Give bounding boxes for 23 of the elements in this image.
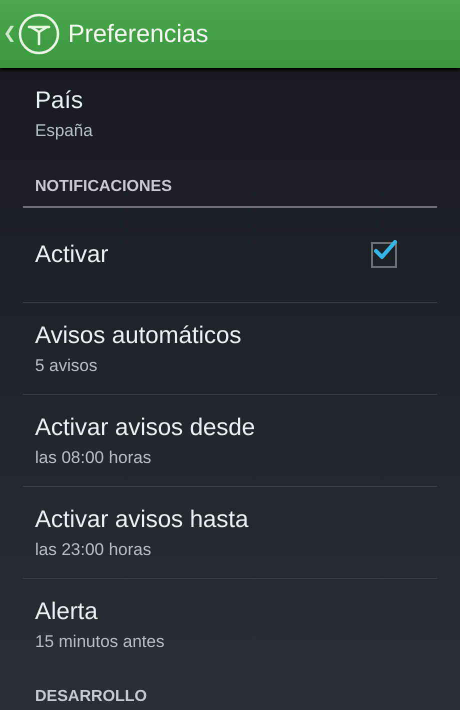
section-header: NOTIFICACIONES	[23, 160, 437, 208]
preference-row[interactable]: País España	[23, 68, 437, 160]
preference-row[interactable]: Activar avisos hasta las 23:00 horas	[23, 486, 437, 578]
preference-title: Alerta	[35, 598, 99, 626]
preference-row[interactable]: Avisos automáticos 5 avisos	[23, 302, 437, 394]
preference-title: Activar	[35, 241, 108, 269]
preference-summary: 5 avisos	[35, 356, 98, 376]
preference-summary: las 23:00 horas	[35, 540, 152, 560]
preference-row[interactable]: Activar avisos desde las 08:00 horas	[23, 394, 437, 486]
section-header: DESARROLLO	[23, 670, 437, 710]
preference-summary: 15 minutos antes	[35, 632, 166, 652]
preference-title: Avisos automáticos	[35, 322, 242, 350]
back-caret: ❮	[3, 26, 16, 42]
preference-row[interactable]: Activar	[23, 208, 437, 302]
screen-title: Preferencias	[68, 20, 208, 48]
logo-icon	[18, 13, 60, 55]
preference-title: País	[35, 87, 84, 115]
preference-summary: España	[35, 121, 94, 141]
preference-title: Activar avisos hasta	[35, 506, 250, 534]
preference-summary: las 08:00 horas	[35, 448, 152, 468]
preference-title: Activar avisos desde	[35, 414, 256, 442]
preference-row[interactable]: Alerta 15 minutos antes	[23, 578, 437, 670]
checkbox[interactable]	[371, 242, 397, 268]
